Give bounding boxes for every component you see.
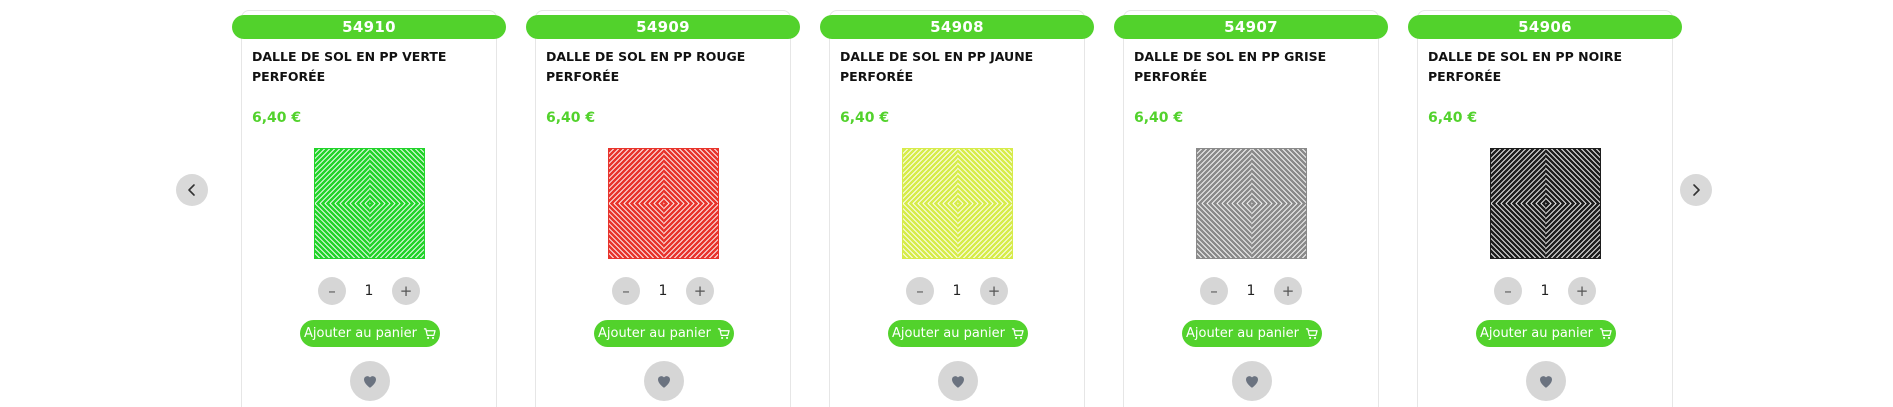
carousel-next-button[interactable] [1680,174,1712,206]
product-image[interactable] [1490,148,1601,259]
quantity-decrease-button[interactable]: – [318,277,346,305]
heart-icon [1540,376,1552,388]
quantity-value[interactable]: 1 [1522,283,1568,299]
chevron-left-icon [188,184,195,196]
product-card: 54907 DALLE DE SOL EN PP GRISE PERFORÉE … [1114,10,1388,407]
cart-icon [1599,328,1612,339]
carousel-prev-button[interactable] [176,174,208,206]
product-title[interactable]: DALLE DE SOL EN PP ROUGE PERFORÉE [546,47,780,87]
quantity-value[interactable]: 1 [934,283,980,299]
heart-icon [1246,376,1258,388]
cart-icon [717,328,730,339]
cart-icon [1011,328,1024,339]
quantity-increase-button[interactable]: + [1274,277,1302,305]
product-title[interactable]: DALLE DE SOL EN PP NOIRE PERFORÉE [1428,47,1662,87]
product-price: 6,40 € [252,110,302,126]
add-to-cart-button[interactable]: Ajouter au panier [1476,320,1616,347]
heart-icon [952,376,964,388]
quantity-decrease-button[interactable]: – [1494,277,1522,305]
add-to-cart-label: Ajouter au panier [303,326,418,341]
quantity-stepper: – 1 + [1124,277,1378,305]
product-card: 54906 DALLE DE SOL EN PP NOIRE PERFORÉE … [1408,10,1682,407]
product-title[interactable]: DALLE DE SOL EN PP VERTE PERFORÉE [252,47,486,87]
add-to-wishlist-button[interactable] [1526,361,1566,401]
heart-icon [364,376,376,388]
quantity-stepper: – 1 + [536,277,790,305]
product-ref-badge: 54909 [526,15,800,39]
quantity-value[interactable]: 1 [1228,283,1274,299]
quantity-value[interactable]: 1 [346,283,392,299]
product-price: 6,40 € [1134,110,1184,126]
quantity-increase-button[interactable]: + [1568,277,1596,305]
product-image[interactable] [314,148,425,259]
product-title[interactable]: DALLE DE SOL EN PP JAUNE PERFORÉE [840,47,1074,87]
product-ref-badge: 54910 [232,15,506,39]
product-price: 6,40 € [840,110,890,126]
add-to-wishlist-button[interactable] [938,361,978,401]
product-card: 54909 DALLE DE SOL EN PP ROUGE PERFORÉE … [526,10,800,407]
product-ref-badge: 54907 [1114,15,1388,39]
product-card: 54908 DALLE DE SOL EN PP JAUNE PERFORÉE … [820,10,1094,407]
product-price: 6,40 € [1428,110,1478,126]
quantity-value[interactable]: 1 [640,283,686,299]
add-to-wishlist-button[interactable] [350,361,390,401]
add-to-cart-label: Ajouter au panier [1185,326,1300,341]
add-to-cart-button[interactable]: Ajouter au panier [594,320,734,347]
add-to-cart-button[interactable]: Ajouter au panier [1182,320,1322,347]
quantity-increase-button[interactable]: + [980,277,1008,305]
product-image[interactable] [902,148,1013,259]
quantity-stepper: – 1 + [242,277,496,305]
add-to-cart-label: Ajouter au panier [597,326,712,341]
quantity-stepper: – 1 + [1418,277,1672,305]
add-to-wishlist-button[interactable] [644,361,684,401]
quantity-stepper: – 1 + [830,277,1084,305]
chevron-right-icon [1693,184,1700,196]
cart-icon [423,328,436,339]
product-ref-badge: 54908 [820,15,1094,39]
add-to-cart-button[interactable]: Ajouter au panier [888,320,1028,347]
heart-icon [658,376,670,388]
quantity-decrease-button[interactable]: – [1200,277,1228,305]
add-to-wishlist-button[interactable] [1232,361,1272,401]
add-to-cart-button[interactable]: Ajouter au panier [300,320,440,347]
quantity-decrease-button[interactable]: – [906,277,934,305]
product-price: 6,40 € [546,110,596,126]
add-to-cart-label: Ajouter au panier [891,326,1006,341]
product-card: 54910 DALLE DE SOL EN PP VERTE PERFORÉE … [232,10,506,407]
quantity-decrease-button[interactable]: – [612,277,640,305]
product-image[interactable] [608,148,719,259]
add-to-cart-label: Ajouter au panier [1479,326,1594,341]
cart-icon [1305,328,1318,339]
product-ref-badge: 54906 [1408,15,1682,39]
quantity-increase-button[interactable]: + [392,277,420,305]
quantity-increase-button[interactable]: + [686,277,714,305]
product-carousel: 54910 DALLE DE SOL EN PP VERTE PERFORÉE … [0,0,1893,407]
product-image[interactable] [1196,148,1307,259]
product-title[interactable]: DALLE DE SOL EN PP GRISE PERFORÉE [1134,47,1368,87]
